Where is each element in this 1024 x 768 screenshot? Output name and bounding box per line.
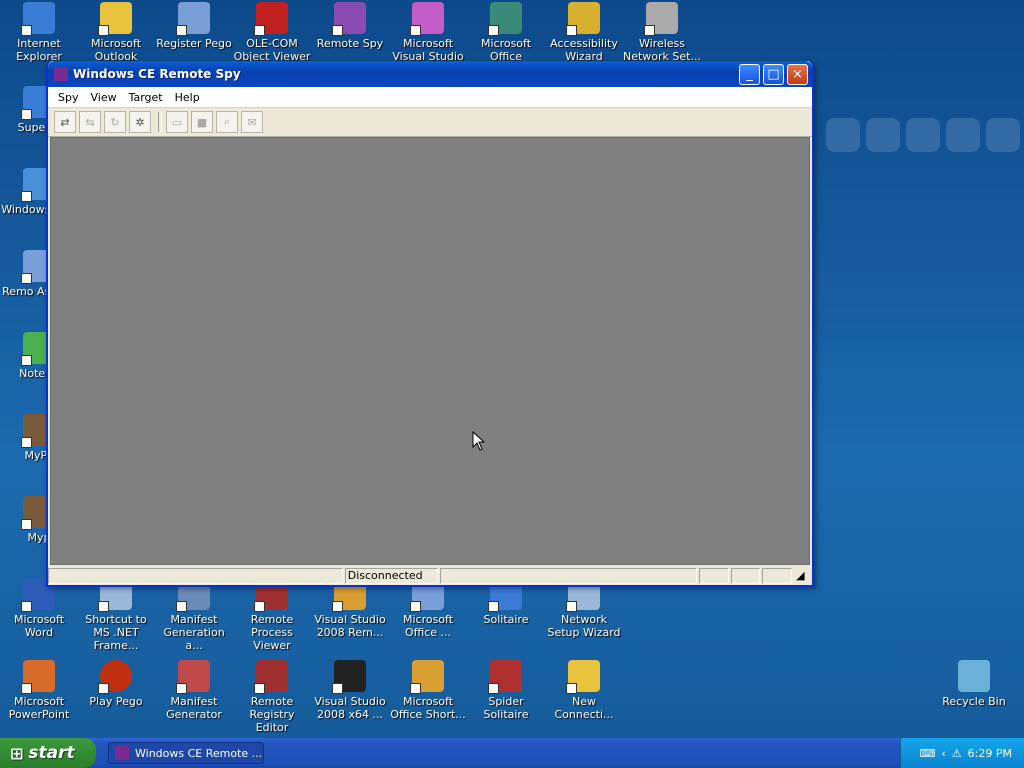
window-icon[interactable]: ▭ — [166, 111, 188, 133]
desktop-icon-vs-x64[interactable]: Visual Studio 2008 x64 ... — [311, 660, 389, 721]
desktop-tile — [986, 118, 1020, 152]
desktop-icon-play-pego[interactable]: Play Pego — [77, 660, 155, 708]
menu-target[interactable]: Target — [123, 89, 169, 106]
messages-icon[interactable]: ✉ — [241, 111, 263, 133]
menu-view[interactable]: View — [84, 89, 122, 106]
window-titlebar[interactable]: Windows CE Remote Spy _ □ × — [48, 61, 812, 87]
desktop-icon-wireless-setup[interactable]: Wireless Network Set... — [623, 2, 701, 63]
desktop-icon-recycle-bin[interactable]: Recycle Bin — [935, 660, 1013, 708]
desktop-icon-ms-office-2[interactable]: Microsoft Office ... — [389, 578, 467, 639]
desktop-icon-network-setup[interactable]: Network Setup Wizard — [545, 578, 623, 639]
status-pane-empty — [698, 567, 729, 584]
desktop-icon-office-shortcut[interactable]: Microsoft Office Short... — [389, 660, 467, 721]
remote-spy-app-icon — [115, 746, 129, 760]
recycle-bin-icon — [958, 660, 990, 692]
disconnect-icon[interactable]: ⇆ — [79, 111, 101, 133]
menu-spy[interactable]: Spy — [52, 89, 84, 106]
start-button[interactable]: ⊞ start — [0, 738, 96, 768]
taskbar: ⊞ start Windows CE Remote ... ⌨ ‹ ⚠ 6:29… — [0, 738, 1024, 768]
clock[interactable]: 6:29 PM — [968, 747, 1012, 760]
close-button[interactable]: × — [787, 63, 808, 85]
target-icon[interactable]: ✲ — [129, 111, 151, 133]
mouse-cursor-icon — [472, 431, 486, 451]
window-title: Windows CE Remote Spy — [73, 67, 241, 81]
internet-explorer-icon — [21, 2, 55, 36]
client-area[interactable] — [50, 137, 810, 565]
desktop-icon-manifest-generator[interactable]: Manifest Generator — [155, 660, 233, 721]
desktop-tile — [826, 118, 860, 152]
status-pane-empty — [762, 567, 793, 584]
desktop-icon-ms-office[interactable]: Microsoft Office — [467, 2, 545, 63]
desktop-icon-accessibility-wizard[interactable]: Accessibility Wizard — [545, 2, 623, 63]
taskbar-button-label: Windows CE Remote ... — [135, 746, 263, 760]
desktop-icon-register-pego[interactable]: Register Pego — [155, 2, 233, 50]
minimize-button[interactable]: _ — [739, 63, 760, 85]
desktop-tile — [946, 118, 980, 152]
status-pane-empty — [48, 567, 343, 584]
powerpoint-icon — [21, 660, 55, 694]
outlook-icon — [98, 2, 132, 36]
find-icon[interactable]: ⌕ — [216, 111, 238, 133]
desktop-icon-spider-solitaire[interactable]: Spider Solitaire — [467, 660, 545, 721]
toolbar-separator — [158, 112, 162, 132]
accessibility-icon — [566, 2, 600, 36]
desktop-icon-ole-com[interactable]: OLE-COM Object Viewer — [233, 2, 311, 63]
remote-spy-icon — [332, 2, 366, 36]
desktop-tile — [906, 118, 940, 152]
windows-flag-icon: ⊞ — [10, 743, 24, 763]
start-label: start — [28, 743, 75, 763]
remote-spy-window: Windows CE Remote Spy _ □ × Spy View Tar… — [46, 61, 814, 587]
command-prompt-icon — [332, 660, 366, 694]
system-tray: ⌨ ‹ ⚠ 6:29 PM — [900, 738, 1024, 768]
status-text: Disconnected — [344, 567, 438, 584]
security-alert-icon[interactable]: ⚠ — [952, 747, 962, 760]
manifest-generator-icon — [176, 660, 210, 694]
office-shortcut-icon — [410, 660, 444, 694]
resize-grip[interactable]: ◢ — [794, 569, 810, 583]
new-connection-icon — [566, 660, 600, 694]
desktop-tile — [866, 118, 900, 152]
desktop-icon-vs-remote[interactable]: Visual Studio 2008 Rem... — [311, 578, 389, 639]
registry-editor-icon — [254, 660, 288, 694]
register-pego-icon — [176, 2, 210, 36]
desktop-icon-net-framework[interactable]: Shortcut to MS .NET Frame... — [77, 578, 155, 652]
visual-studio-icon — [410, 2, 444, 36]
menu-bar: Spy View Target Help — [48, 87, 812, 108]
keyboard-icon[interactable]: ⌨ — [920, 747, 936, 760]
tray-expand-icon[interactable]: ‹ — [941, 747, 945, 760]
refresh-icon[interactable]: ↻ — [104, 111, 126, 133]
menu-help[interactable]: Help — [169, 89, 206, 106]
desktop-icon-manifest-generation[interactable]: Manifest Generation a... — [155, 578, 233, 652]
desktop-icon-outlook[interactable]: Microsoft Outlook — [77, 2, 155, 63]
desktop-icon-remote-registry[interactable]: Remote Registry Editor — [233, 660, 311, 734]
status-pane-empty — [439, 567, 697, 584]
spider-solitaire-icon — [488, 660, 522, 694]
play-pego-icon — [98, 660, 132, 694]
status-pane-empty — [730, 567, 761, 584]
connect-icon[interactable]: ⇄ — [54, 111, 76, 133]
wireless-icon — [644, 2, 678, 36]
fill-icon[interactable]: ■ — [191, 111, 213, 133]
desktop-icon-word[interactable]: Microsoft Word — [0, 578, 78, 639]
toolbar: ⇄ ⇆ ↻ ✲ ▭ ■ ⌕ ✉ — [48, 108, 812, 137]
maximize-button[interactable]: □ — [763, 63, 784, 85]
desktop-icon-new-connection[interactable]: New Connecti... — [545, 660, 623, 721]
remote-spy-app-icon — [54, 67, 68, 81]
desktop-icon-remote-process-viewer[interactable]: Remote Process Viewer — [233, 578, 311, 652]
desktop-icon-powerpoint[interactable]: Microsoft PowerPoint — [0, 660, 78, 721]
office-icon — [488, 2, 522, 36]
desktop-icon-remote-spy[interactable]: Remote Spy — [311, 2, 389, 50]
ole-com-icon — [254, 2, 288, 36]
status-bar: Disconnected ◢ — [48, 566, 812, 585]
desktop-icon-internet-explorer[interactable]: Internet Explorer — [0, 2, 78, 63]
taskbar-button-remote-spy[interactable]: Windows CE Remote ... — [108, 742, 264, 764]
